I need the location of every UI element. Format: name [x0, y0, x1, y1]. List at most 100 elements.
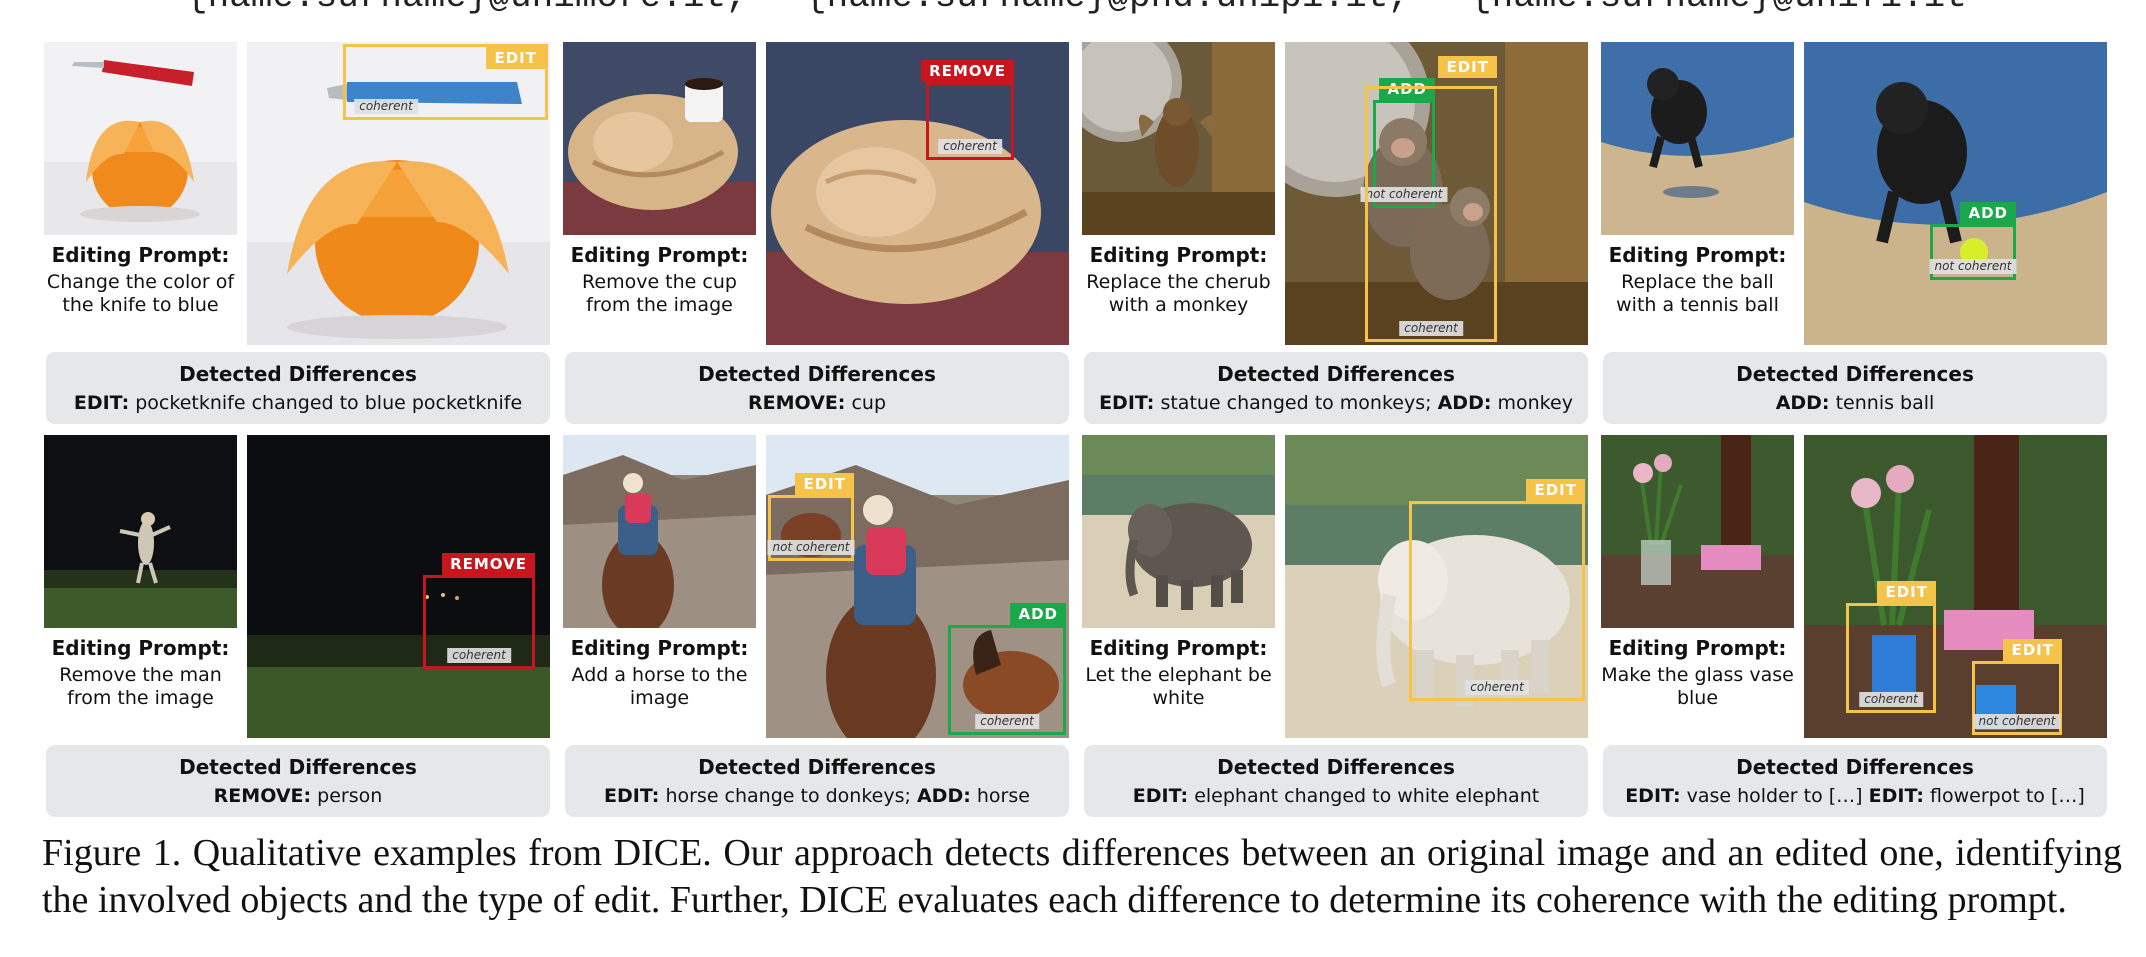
diff-description: pocketknife changed to blue pocketknife	[135, 392, 523, 414]
prompt-header: Editing Prompt:	[570, 243, 749, 267]
editing-prompt: Editing Prompt: Replace the cherub with …	[1082, 242, 1275, 317]
original-image	[563, 435, 756, 628]
add-tag: ADD	[1010, 603, 1066, 625]
coherence-label: coherent	[1859, 692, 1923, 707]
detection-box-add: ADD not coherent	[1929, 202, 2017, 280]
diff-type: ADD:	[1437, 392, 1492, 414]
detection-box-edit: EDIT coherent	[1365, 56, 1497, 342]
detected-differences: Detected Differences REMOVE: person	[46, 745, 550, 817]
diff-type: REMOVE:	[747, 392, 846, 414]
prompt-text: Remove the man from the image	[59, 664, 222, 709]
prompt-text: Let the elephant be white	[1085, 664, 1272, 709]
edited-image: ADD not coherent EDIT coherent	[1285, 42, 1588, 345]
edit-tag: EDIT	[1877, 581, 1936, 603]
diff-header: Detected Differences	[1217, 755, 1455, 779]
original-image	[1082, 435, 1275, 628]
original-image	[44, 435, 237, 628]
edit-tag: EDIT	[795, 473, 854, 495]
detection-box-remove: REMOVE coherent	[423, 553, 535, 669]
example-panel-horse: EDIT not coherent ADD coherent Editing P…	[563, 435, 1069, 823]
diff-description: horse	[976, 785, 1030, 807]
prompt-text: Change the color of the knife to blue	[46, 271, 235, 316]
email-unifi: {name.surname}@unifi.it	[1470, 0, 1967, 16]
edit-tag: EDIT	[1526, 479, 1585, 501]
diff-text: REMOVE: cup	[565, 391, 1069, 415]
example-panel-dog: ADD not coherent Editing Prompt: Replace…	[1601, 42, 2107, 430]
example-panel-night: REMOVE coherent Editing Prompt: Remove t…	[44, 435, 550, 823]
diff-type: EDIT:	[73, 392, 130, 414]
diff-text: EDIT: elephant changed to white elephant	[1084, 784, 1588, 808]
diff-description: cup	[851, 392, 887, 414]
original-image	[1082, 42, 1275, 235]
detection-box-remove: REMOVE coherent	[921, 60, 1014, 160]
diff-text: ADD: tennis ball	[1603, 391, 2107, 415]
detected-differences: Detected Differences EDIT: elephant chan…	[1084, 745, 1588, 817]
diff-description: flowerpot to […]	[1930, 785, 2085, 807]
diff-description: tennis ball	[1835, 392, 1935, 414]
coherence-label: coherent	[1465, 680, 1529, 695]
coherence-label: not coherent	[1973, 714, 2061, 729]
prompt-header: Editing Prompt:	[1089, 636, 1268, 660]
editing-prompt: Editing Prompt: Replace the ball with a …	[1601, 242, 1794, 317]
diff-description: horse change to donkeys;	[665, 785, 911, 807]
diff-description: elephant changed to white elephant	[1194, 785, 1540, 807]
edited-image: EDIT coherent EDIT not coherent	[1804, 435, 2107, 738]
example-panel-cat: REMOVE coherent Editing Prompt: Remove t…	[563, 42, 1069, 430]
diff-text: EDIT: vase holder to […] EDIT: flowerpot…	[1603, 784, 2107, 808]
detected-differences: Detected Differences EDIT: statue change…	[1084, 352, 1588, 424]
detection-box-edit: EDIT coherent	[1846, 581, 1936, 713]
prompt-text: Replace the cherub with a monkey	[1086, 271, 1271, 316]
diff-type: EDIT:	[1099, 392, 1155, 414]
detection-box-edit: EDIT not coherent	[767, 473, 855, 561]
diff-type: REMOVE:	[213, 785, 312, 807]
diff-header: Detected Differences	[1736, 362, 1974, 386]
remove-tag: REMOVE	[921, 60, 1014, 82]
example-panel-knife: EDIT coherent Editing Prompt: Change the…	[44, 42, 550, 430]
diff-text: EDIT: horse change to donkeys; ADD: hors…	[565, 784, 1069, 808]
edit-tag: EDIT	[2003, 639, 2062, 661]
original-image	[1601, 42, 1794, 235]
coherence-label: coherent	[938, 139, 1002, 154]
detected-differences: Detected Differences EDIT: vase holder t…	[1603, 745, 2107, 817]
diff-type: ADD:	[916, 785, 971, 807]
detected-differences: Detected Differences REMOVE: cup	[565, 352, 1069, 424]
email-unipi: {name.surname}@phd.unipi.it,	[805, 0, 1410, 16]
edited-image: ADD not coherent	[1804, 42, 2107, 345]
editing-prompt: Editing Prompt: Let the elephant be whit…	[1082, 635, 1275, 710]
editing-prompt: Editing Prompt: Change the color of the …	[44, 242, 237, 317]
coherence-label: coherent	[354, 99, 418, 114]
coherence-label: coherent	[447, 648, 511, 663]
editing-prompt: Editing Prompt: Remove the cup from the …	[563, 242, 756, 317]
prompt-text: Remove the cup from the image	[582, 271, 737, 316]
edited-image: EDIT coherent	[247, 42, 550, 345]
diff-header: Detected Differences	[1217, 362, 1455, 386]
detection-box-edit: EDIT coherent	[1409, 479, 1585, 701]
prompt-header: Editing Prompt:	[51, 636, 230, 660]
email-unimore: {name.surname}@unimore.it,	[186, 0, 748, 16]
diff-header: Detected Differences	[179, 362, 417, 386]
example-panel-elephant: EDIT coherent Editing Prompt: Let the el…	[1082, 435, 1588, 823]
edited-image: EDIT coherent	[1285, 435, 1588, 738]
example-panel-vase: EDIT coherent EDIT not coherent Editing …	[1601, 435, 2107, 823]
original-image	[44, 42, 237, 235]
prompt-text: Make the glass vase blue	[1601, 664, 1794, 709]
diff-text: EDIT: statue changed to monkeys; ADD: mo…	[1084, 391, 1588, 415]
coherence-label: coherent	[975, 714, 1039, 729]
diff-type: EDIT:	[1625, 785, 1681, 807]
diff-description: person	[317, 785, 383, 807]
editing-prompt: Editing Prompt: Add a horse to the image	[563, 635, 756, 710]
prompt-header: Editing Prompt:	[1608, 636, 1787, 660]
edited-image: REMOVE coherent	[247, 435, 550, 738]
original-image	[1601, 435, 1794, 628]
detection-box-edit: EDIT coherent	[343, 44, 548, 120]
diff-header: Detected Differences	[698, 755, 936, 779]
prompt-header: Editing Prompt:	[51, 243, 230, 267]
detected-differences: Detected Differences EDIT: pocketknife c…	[46, 352, 550, 424]
detected-differences: Detected Differences ADD: tennis ball	[1603, 352, 2107, 424]
diff-description: statue changed to monkeys;	[1160, 392, 1432, 414]
diff-description: vase holder to […]	[1686, 785, 1863, 807]
detection-box-add: ADD coherent	[948, 603, 1066, 735]
add-tag: ADD	[1960, 202, 2016, 224]
edit-tag: EDIT	[1438, 56, 1497, 78]
author-emails: {name.surname}@unimore.it, {name.surname…	[0, 0, 2146, 16]
